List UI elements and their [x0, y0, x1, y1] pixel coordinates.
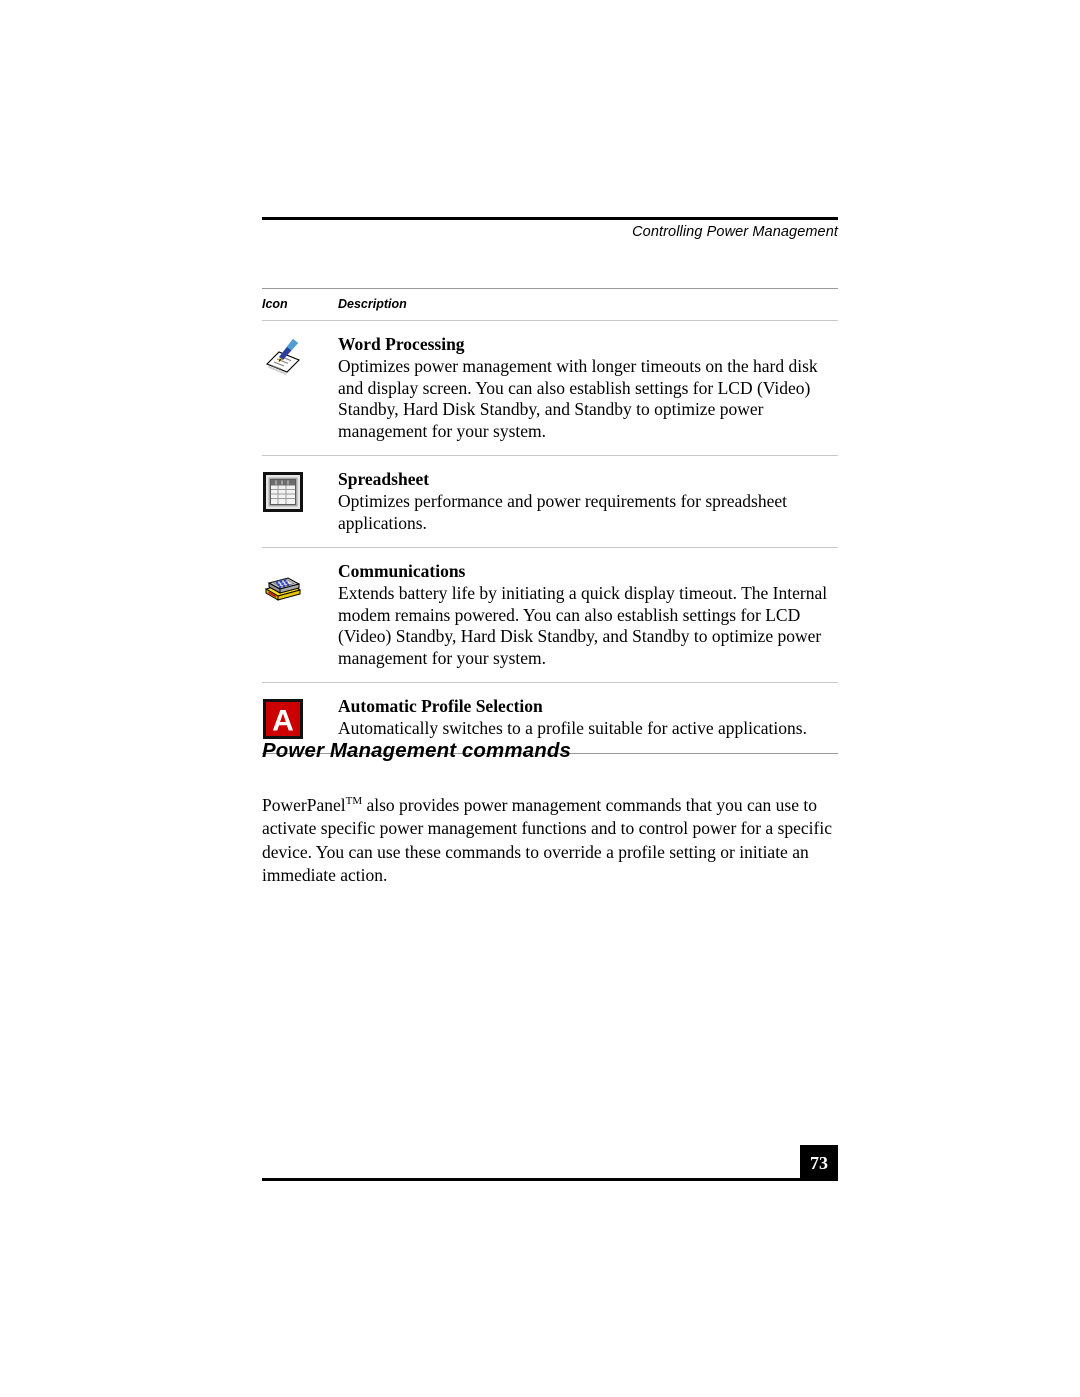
table-cell-icon: A: [262, 695, 338, 740]
svg-text:A: A: [272, 705, 294, 738]
row-title: Communications: [338, 561, 466, 581]
icon-description-table: Icon Description Word Processing Optimiz…: [262, 288, 838, 754]
communications-icon: [264, 577, 302, 601]
table-header-row: Icon Description: [262, 289, 838, 320]
trademark-symbol: TM: [345, 794, 363, 807]
column-header-icon: Icon: [262, 297, 288, 311]
paragraph-text-before-trademark: PowerPanel: [262, 794, 346, 815]
table-cell-icon: [262, 333, 338, 378]
document-page: Controlling Power Management Icon Descri…: [0, 0, 1080, 1397]
table-row: Word Processing Optimizes power manageme…: [262, 321, 838, 455]
paragraph-text-after-trademark: also provides power management commands …: [262, 794, 832, 886]
row-title: Automatic Profile Selection: [338, 696, 543, 716]
running-head-title: Controlling Power Management: [632, 224, 838, 240]
table-cell-description: Automatic Profile Selection Automaticall…: [338, 695, 838, 740]
header-rule: [262, 217, 838, 220]
section-paragraph: PowerPanelTM also provides power managem…: [262, 794, 840, 888]
row-title: Word Processing: [338, 334, 465, 354]
column-header-description: Description: [338, 297, 407, 311]
spreadsheet-icon: [263, 472, 303, 512]
table-row: Spreadsheet Optimizes performance and po…: [262, 456, 838, 547]
table-cell-description: Word Processing Optimizes power manageme…: [338, 333, 838, 442]
section-heading: Power Management commands: [262, 739, 571, 762]
table-cell-description: Communications Extends battery life by i…: [338, 560, 838, 669]
table-cell-icon: [262, 560, 338, 605]
table-cell-description: Spreadsheet Optimizes performance and po…: [338, 468, 838, 534]
row-body: Extends battery life by initiating a qui…: [338, 583, 828, 668]
row-body: Optimizes performance and power requirem…: [338, 491, 787, 533]
word-processing-icon: [265, 339, 301, 375]
automatic-profile-selection-icon: A: [263, 699, 303, 739]
table-row: Communications Extends battery life by i…: [262, 548, 838, 682]
row-title: Spreadsheet: [338, 469, 430, 489]
footer-rule: [262, 1178, 800, 1181]
row-body: Automatically switches to a profile suit…: [338, 718, 807, 738]
table-cell-icon: [262, 468, 338, 513]
page-number-badge: 73: [800, 1145, 838, 1181]
row-body: Optimizes power management with longer t…: [338, 356, 818, 441]
